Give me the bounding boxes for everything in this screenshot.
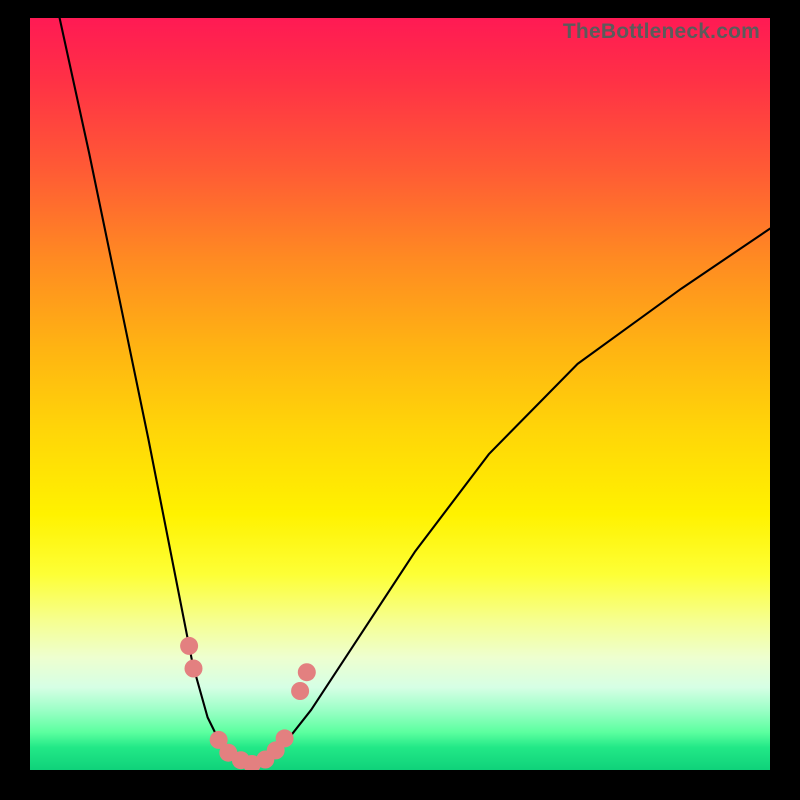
curve-marker — [180, 637, 198, 655]
curve-marker — [219, 744, 237, 762]
curve-marker — [256, 751, 274, 769]
curve-marker — [291, 682, 309, 700]
curve-marker — [185, 660, 203, 678]
watermark-text: TheBottleneck.com — [563, 20, 760, 44]
chart-overlay — [30, 18, 770, 770]
curve-marker — [210, 731, 228, 749]
curve-markers — [180, 637, 316, 770]
chart-frame: TheBottleneck.com — [0, 0, 800, 800]
curve-marker — [232, 751, 250, 769]
plot-area: TheBottleneck.com — [30, 18, 770, 770]
curve-marker — [267, 741, 285, 759]
bottleneck-curve — [60, 18, 770, 766]
curve-marker — [243, 755, 261, 770]
curve-marker — [276, 729, 294, 747]
curve-marker — [298, 663, 316, 681]
